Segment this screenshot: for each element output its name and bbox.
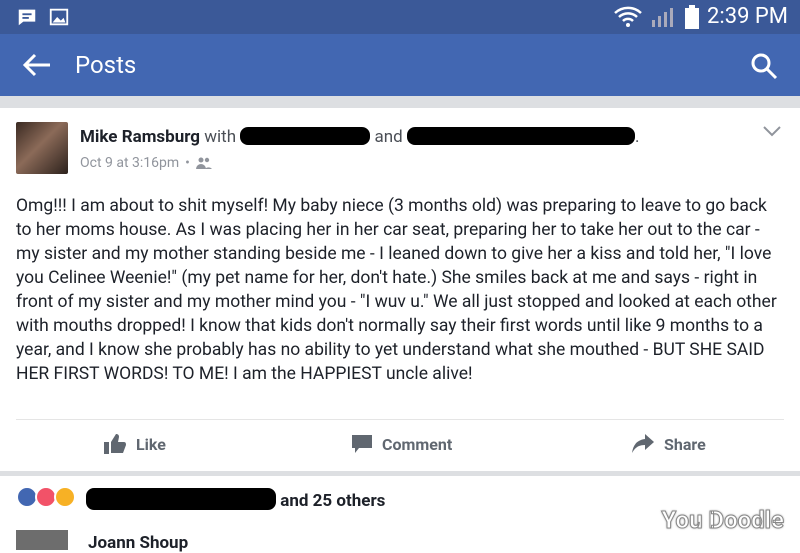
- search-icon[interactable]: [750, 52, 778, 80]
- redaction-mark: [240, 127, 371, 145]
- post-card: Mike Ramsburg with and . Oct 9 at 3:16pm…: [0, 108, 800, 471]
- status-time: 2:39 PM: [707, 4, 788, 29]
- author-name[interactable]: Mike Ramsburg: [80, 127, 200, 147]
- watermark: You Doodle: [661, 506, 785, 535]
- message-icon: [18, 9, 36, 26]
- post-meta: Oct 9 at 3:16pm •: [80, 155, 212, 171]
- redaction-mark: [406, 127, 635, 145]
- like-label: Like: [136, 434, 166, 454]
- commenter-name[interactable]: Joann Shoup: [88, 533, 188, 553]
- friends-icon: [195, 157, 212, 169]
- share-button[interactable]: Share: [632, 434, 706, 454]
- share-label: Share: [664, 434, 706, 454]
- page-title: Posts: [75, 51, 137, 79]
- reactions-count: and 25 others: [280, 491, 386, 511]
- comment-label: Comment: [382, 434, 453, 454]
- divider: [16, 419, 784, 420]
- chevron-down-icon[interactable]: [762, 124, 782, 138]
- post-timestamp[interactable]: Oct 9 at 3:16pm: [80, 155, 179, 171]
- like-button[interactable]: Like: [104, 434, 166, 454]
- and-label: and: [374, 127, 403, 147]
- comment-button[interactable]: Comment: [352, 434, 452, 454]
- post-header: Mike Ramsburg with and .: [80, 127, 640, 147]
- battery-icon: [685, 4, 700, 29]
- commenter-avatar[interactable]: [16, 530, 68, 550]
- status-bar: 2:39 PM: [0, 0, 800, 34]
- back-arrow-icon[interactable]: [20, 50, 54, 80]
- comment-icon: [352, 435, 372, 453]
- image-icon: [49, 8, 69, 26]
- wow-reaction-icon: [54, 486, 76, 508]
- thumbs-up-icon: [104, 434, 126, 454]
- with-label: with: [204, 127, 237, 147]
- reactions-summary: and 25 others: [86, 488, 385, 511]
- share-arrow-icon: [632, 434, 654, 453]
- app-bar: Posts: [0, 34, 800, 96]
- post-body: Omg!!! I am about to shit myself! My bab…: [16, 196, 777, 384]
- author-avatar[interactable]: [16, 122, 68, 174]
- signal-icon: [652, 7, 674, 27]
- wifi-icon: [614, 6, 642, 27]
- redaction-mark: [86, 488, 276, 510]
